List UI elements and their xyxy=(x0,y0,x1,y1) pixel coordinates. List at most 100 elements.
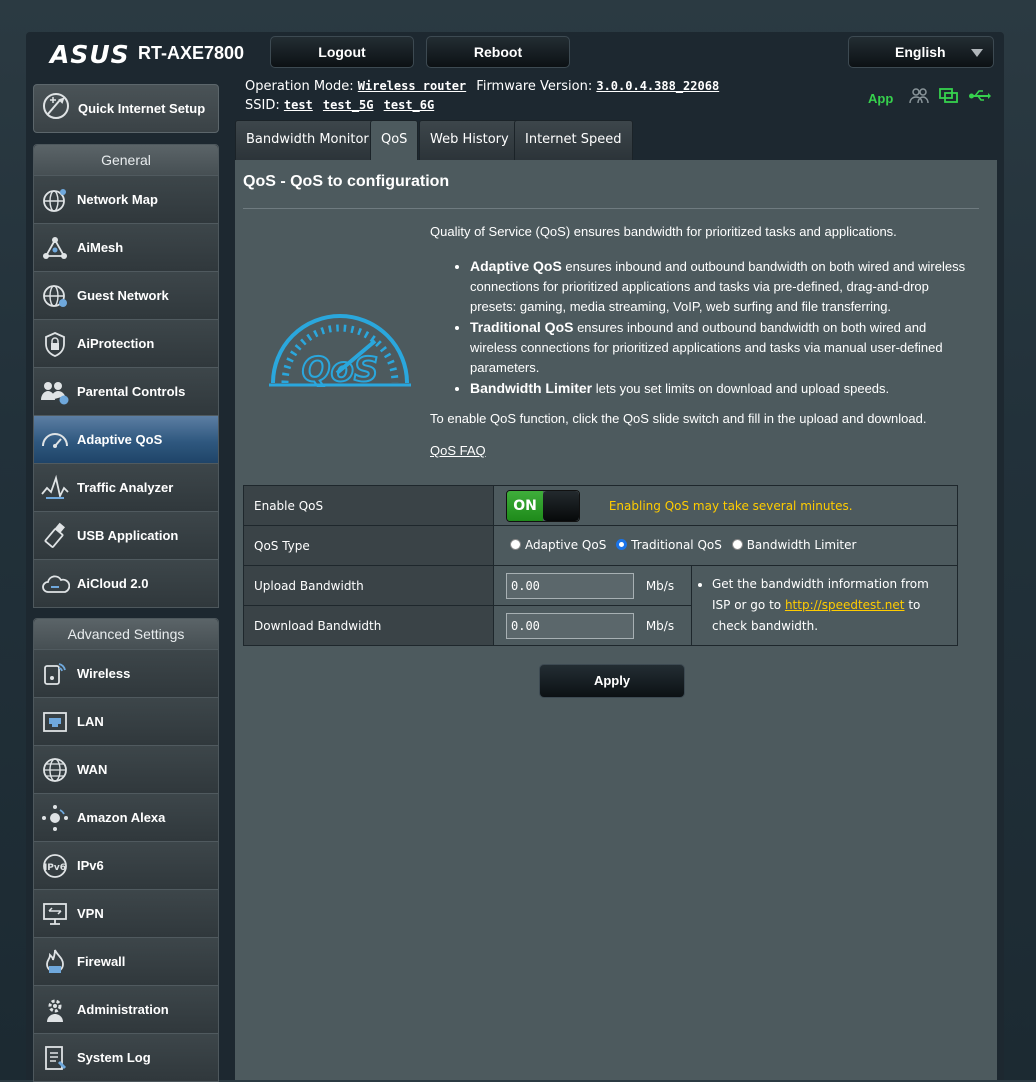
ipv6-icon: IPv6 xyxy=(40,851,70,881)
asus-logo[interactable]: ASUS xyxy=(50,40,130,69)
sidebar-item-aiprotection[interactable]: AiProtection xyxy=(34,319,218,367)
tab-bandwidth-monitor[interactable]: Bandwidth Monitor xyxy=(235,120,380,160)
sidebar-item-label: Administration xyxy=(77,1002,169,1017)
ssid-link[interactable]: test_5G xyxy=(323,98,374,112)
operation-mode-link[interactable]: Wireless router xyxy=(358,79,466,93)
bullet-adaptive-qos: Adaptive QoS ensures inbound and outboun… xyxy=(470,256,970,317)
ssid-link[interactable]: test_6G xyxy=(384,98,435,112)
chevron-down-icon xyxy=(971,49,983,57)
sidebar-item-guest-network[interactable]: Guest Network xyxy=(34,271,218,319)
sidebar-item-lan[interactable]: LAN xyxy=(34,697,218,745)
ssid-label: SSID: xyxy=(245,98,280,113)
sidebar-item-parental-controls[interactable]: Parental Controls xyxy=(34,367,218,415)
tab-web-history[interactable]: Web History xyxy=(419,120,520,160)
enable-qos-cell: ON Enabling QoS may take several minutes… xyxy=(493,485,958,526)
reboot-button[interactable]: Reboot xyxy=(426,36,570,68)
clients-icon[interactable] xyxy=(909,87,930,110)
download-bandwidth-input[interactable]: 0.00 xyxy=(506,612,634,639)
sidebar-item-traffic-analyzer[interactable]: Traffic Analyzer xyxy=(34,463,218,511)
sidebar-item-label: AiCloud 2.0 xyxy=(77,576,149,591)
upload-bandwidth-cell: 0.00 Mb/s xyxy=(493,565,692,606)
sidebar-item-label: Traffic Analyzer xyxy=(77,480,174,495)
sidebar-item-label: Adaptive QoS xyxy=(77,432,163,447)
lan-port-icon xyxy=(40,707,70,737)
enable-qos-row: Enable QoS ON Enabling QoS may take seve… xyxy=(243,485,958,526)
qos-description: Quality of Service (QoS) ensures bandwid… xyxy=(430,222,970,429)
qos-type-label: QoS Type xyxy=(243,525,494,566)
usb-status-icon[interactable] xyxy=(969,88,992,109)
enable-qos-toggle[interactable]: ON xyxy=(506,489,580,522)
sidebar-item-label: Parental Controls xyxy=(77,384,186,399)
upload-bandwidth-label: Upload Bandwidth xyxy=(243,565,494,606)
sidebar-item-firewall[interactable]: Firewall xyxy=(34,937,218,985)
aimesh-icon xyxy=(40,233,70,263)
upload-bandwidth-row: Upload Bandwidth 0.00 Mb/s Get the bandw… xyxy=(243,565,958,646)
radio-traditional-qos[interactable]: Traditional QoS xyxy=(616,538,722,552)
page-title: QoS - QoS to configuration xyxy=(243,173,450,190)
main-content: QoS - QoS to configuration QoS Quality o… xyxy=(235,160,997,1080)
logout-button[interactable]: Logout xyxy=(270,36,414,68)
sidebar-item-vpn[interactable]: VPN xyxy=(34,889,218,937)
qos-faq-link[interactable]: QoS FAQ xyxy=(430,443,486,458)
sidebar-item-amazon-alexa[interactable]: Amazon Alexa xyxy=(34,793,218,841)
sidebar-item-label: AiProtection xyxy=(77,336,155,351)
sidebar-item-label: USB Application xyxy=(77,528,179,543)
apply-button[interactable]: Apply xyxy=(539,664,685,698)
qos-intro: Quality of Service (QoS) ensures bandwid… xyxy=(430,224,897,239)
family-icon xyxy=(40,377,70,407)
title-divider xyxy=(243,208,979,209)
download-bandwidth-cell: 0.00 Mb/s xyxy=(493,605,692,646)
sidebar-item-administration[interactable]: Administration xyxy=(34,985,218,1033)
qos-warning: Enabling QoS may take several minutes. xyxy=(608,498,853,513)
sidebar-item-wan[interactable]: WAN xyxy=(34,745,218,793)
tab-internet-speed[interactable]: Internet Speed xyxy=(514,120,633,160)
sidebar-item-label: Firewall xyxy=(77,954,126,969)
language-value: English xyxy=(895,44,946,60)
network-status-icon[interactable] xyxy=(939,87,959,110)
sidebar-item-label: IPv6 xyxy=(77,858,104,873)
sidebar-item-label: Amazon Alexa xyxy=(77,810,166,825)
alexa-icon xyxy=(40,803,70,833)
vpn-icon xyxy=(40,899,70,929)
sidebar-item-ipv6[interactable]: IPv6 IPv6 xyxy=(34,841,218,889)
download-bandwidth-label: Download Bandwidth xyxy=(243,605,494,646)
wireless-icon xyxy=(40,659,70,689)
usb-stick-icon xyxy=(40,521,70,551)
sidebar-item-label: WAN xyxy=(77,762,108,777)
operation-mode-label: Operation Mode: xyxy=(245,79,354,94)
upload-bandwidth-input[interactable]: 0.00 xyxy=(506,572,634,599)
sidebar-item-aicloud[interactable]: AiCloud 2.0 xyxy=(34,559,218,607)
sidebar-item-label: AiMesh xyxy=(77,240,124,255)
tab-qos[interactable]: QoS xyxy=(370,120,419,160)
app-link[interactable]: App xyxy=(868,91,893,106)
radio-adaptive-qos[interactable]: Adaptive QoS xyxy=(510,538,606,552)
model-name: RT-AXE7800 xyxy=(138,43,245,63)
sidebar-item-adaptive-qos[interactable]: Adaptive QoS xyxy=(34,415,218,463)
sidebar-item-usb-application[interactable]: USB Application xyxy=(34,511,218,559)
log-icon xyxy=(40,1043,70,1073)
traffic-wave-icon xyxy=(40,473,70,503)
sidebar-item-system-log[interactable]: System Log xyxy=(34,1033,218,1081)
qos-settings-table: Enable QoS ON Enabling QoS may take seve… xyxy=(243,485,958,646)
info-bar: Operation Mode: Wireless router Firmware… xyxy=(245,77,725,115)
language-select[interactable]: English xyxy=(848,36,994,68)
cloud-icon xyxy=(40,569,70,599)
enable-qos-label: Enable QoS xyxy=(243,485,494,526)
bullet-traditional-qos: Traditional QoS ensures inbound and outb… xyxy=(470,317,970,378)
firmware-link[interactable]: 3.0.0.4.388_22068 xyxy=(596,79,719,93)
sidebar-item-network-map[interactable]: Network Map xyxy=(34,175,218,223)
quick-internet-setup-button[interactable]: Quick Internet Setup xyxy=(33,84,219,133)
qos-logo-icon: QoS xyxy=(265,303,415,398)
bandwidth-tip: Get the bandwidth information from ISP o… xyxy=(691,565,958,646)
wizard-icon xyxy=(40,90,72,127)
speedtest-link[interactable]: http://speedtest.net xyxy=(785,598,905,612)
qos-type-cell: Adaptive QoS Traditional QoS Bandwidth L… xyxy=(493,525,958,566)
radio-bandwidth-limiter[interactable]: Bandwidth Limiter xyxy=(731,538,856,552)
sidebar-item-aimesh[interactable]: AiMesh xyxy=(34,223,218,271)
ssid-link[interactable]: test xyxy=(284,98,313,112)
toggle-on-label: ON xyxy=(507,490,543,521)
sidebar-item-label: Guest Network xyxy=(77,288,169,303)
sidebar-item-wireless[interactable]: Wireless xyxy=(34,649,218,697)
general-menu: General Network Map AiMesh Guest Network… xyxy=(33,144,219,608)
qos-logo-text: QoS xyxy=(302,350,379,390)
